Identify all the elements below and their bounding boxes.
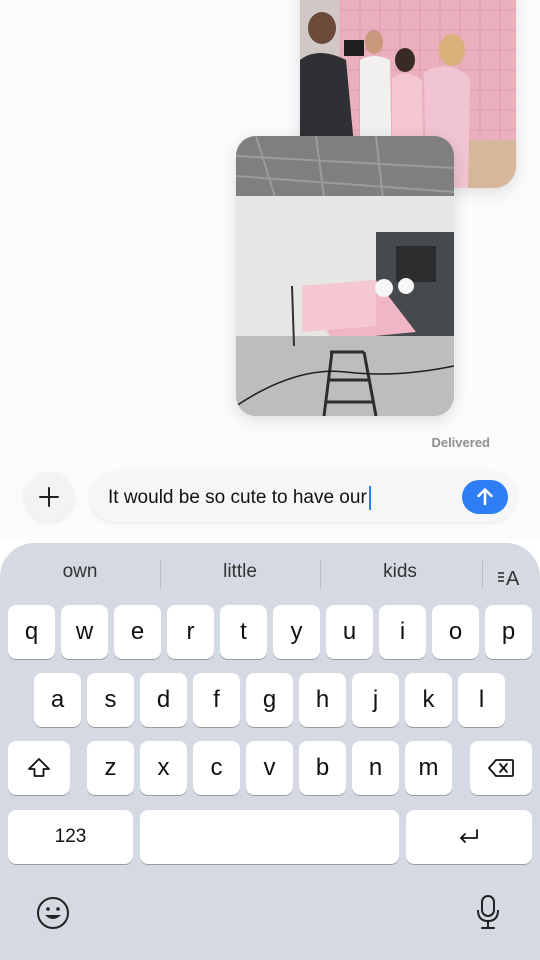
key-e[interactable]: e — [114, 605, 161, 659]
key-q[interactable]: q — [8, 605, 55, 659]
key-s[interactable]: s — [87, 673, 134, 727]
key-b[interactable]: b — [299, 741, 346, 795]
key-n[interactable]: n — [352, 741, 399, 795]
key-v[interactable]: v — [246, 741, 293, 795]
text-caret — [368, 486, 371, 510]
suggestion-divider — [160, 561, 161, 589]
key-i[interactable]: i — [379, 605, 426, 659]
plus-icon — [39, 487, 59, 507]
key-j[interactable]: j — [352, 673, 399, 727]
predictive-bar: own little kids — [0, 557, 540, 591]
microphone-icon[interactable] — [474, 893, 502, 931]
text-format-icon[interactable]: A — [496, 565, 524, 589]
studio-photo-image — [236, 136, 454, 416]
numbers-key[interactable]: 123 — [8, 810, 133, 864]
attach-button[interactable] — [24, 472, 74, 522]
key-k[interactable]: k — [405, 673, 452, 727]
key-z[interactable]: z — [87, 741, 134, 795]
return-key[interactable] — [406, 810, 532, 864]
space-key[interactable] — [140, 810, 399, 864]
key-o[interactable]: o — [432, 605, 479, 659]
delete-key[interactable] — [470, 741, 532, 795]
svg-text:A: A — [506, 568, 520, 589]
key-d[interactable]: d — [140, 673, 187, 727]
suggestion-1[interactable]: own — [10, 557, 150, 591]
backspace-icon — [488, 759, 514, 777]
suggestion-divider — [482, 561, 483, 589]
key-w[interactable]: w — [61, 605, 108, 659]
key-p[interactable]: p — [485, 605, 532, 659]
key-u[interactable]: u — [326, 605, 373, 659]
shift-key[interactable] — [8, 741, 70, 795]
suggestion-3[interactable]: kids — [330, 557, 470, 591]
key-t[interactable]: t — [220, 605, 267, 659]
suggestion-divider — [320, 561, 321, 589]
message-thread: Delivered It would be so cute to have ou… — [0, 0, 540, 540]
key-l[interactable]: l — [458, 673, 505, 727]
emoji-icon[interactable] — [35, 895, 71, 931]
key-r[interactable]: r — [167, 605, 214, 659]
send-button[interactable] — [462, 480, 508, 514]
key-g[interactable]: g — [246, 673, 293, 727]
arrow-up-icon — [477, 488, 493, 506]
key-h[interactable]: h — [299, 673, 346, 727]
keyboard: own little kids A q w e r t y u i o p a … — [0, 543, 540, 960]
key-f[interactable]: f — [193, 673, 240, 727]
suggestion-2[interactable]: little — [170, 557, 310, 591]
return-icon — [460, 829, 478, 843]
shift-icon — [28, 758, 50, 777]
key-m[interactable]: m — [405, 741, 452, 795]
message-input-text: It would be so cute to have our — [108, 487, 367, 508]
key-c[interactable]: c — [193, 741, 240, 795]
key-a[interactable]: a — [34, 673, 81, 727]
key-x[interactable]: x — [140, 741, 187, 795]
delivery-status: Delivered — [431, 435, 490, 450]
key-y[interactable]: y — [273, 605, 320, 659]
message-input[interactable]: It would be so cute to have our — [90, 472, 516, 522]
photo-attachment-studio[interactable] — [236, 136, 454, 416]
